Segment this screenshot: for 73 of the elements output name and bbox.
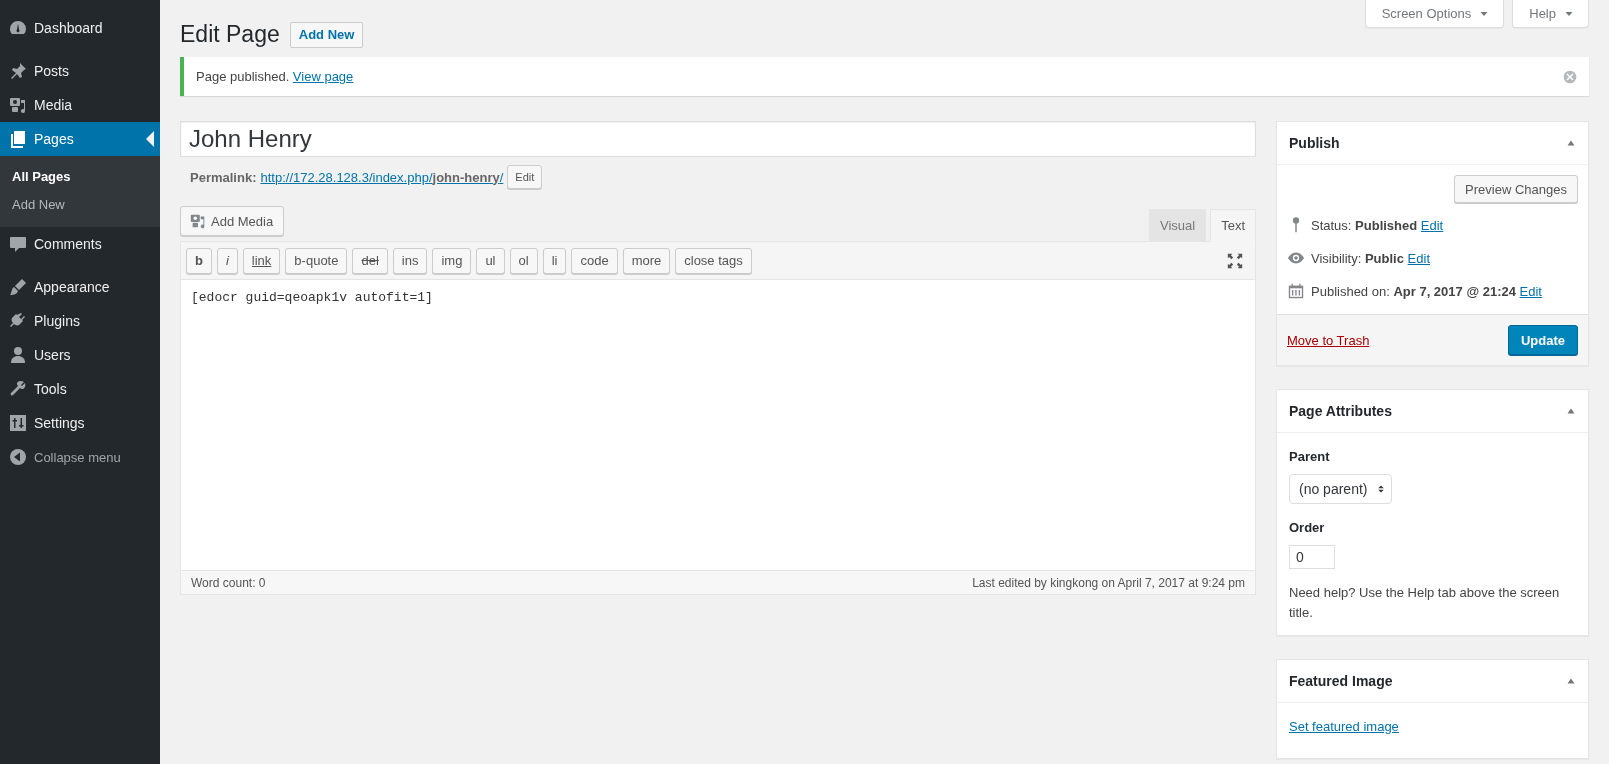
help-text: Need help? Use the Help tab above the screen title. [1289, 584, 1561, 622]
quicktag-button[interactable]: close tags [675, 247, 752, 274]
view-page-link[interactable]: View page [292, 69, 354, 84]
sidebar-menu-item[interactable]: Tools [0, 372, 160, 406]
order-input[interactable]: 0 [1289, 545, 1335, 569]
quicktag-button[interactable]: more [622, 247, 671, 274]
collapse-toggle-icon[interactable] [1566, 138, 1576, 148]
notice-message: Page published. View page [196, 69, 354, 84]
editor-tab[interactable]: Visual [1148, 209, 1207, 242]
collapse-toggle-icon[interactable] [1566, 406, 1576, 416]
fullscreen-icon[interactable] [1226, 251, 1244, 270]
permalink-label: Permalink: [190, 169, 257, 185]
edit-link[interactable]: Edit [1519, 284, 1542, 299]
quicktag-button[interactable]: i [216, 247, 238, 274]
photo-note-icon [8, 95, 28, 115]
submenu-item[interactable]: All Pages [0, 163, 160, 191]
collapse-menu-button[interactable]: Collapse menu [0, 440, 160, 474]
sidebar-menu-item[interactable]: Plugins [0, 304, 160, 338]
word-count: Word count: 0 [191, 575, 266, 590]
preview-changes-button[interactable]: Preview Changes [1454, 175, 1578, 203]
publish-detail: Visibility: Public Edit [1311, 250, 1430, 268]
box-title: Page Attributes [1289, 403, 1392, 419]
editor-tab[interactable]: Text [1210, 209, 1256, 242]
editor-text[interactable]: [edocr guid=qeoapk1v autofit=1] [191, 290, 433, 305]
edit-link[interactable]: Edit [1420, 218, 1444, 233]
current-item-pointer-icon [146, 131, 154, 147]
update-button[interactable]: Update [1507, 325, 1578, 355]
permalink-link[interactable]: http://172.28.128.3/index.php/john-henry/ [260, 169, 504, 185]
calendar-icon [1287, 282, 1305, 300]
sliders-icon [8, 413, 28, 433]
set-featured-image-link[interactable]: Set featured image [1289, 719, 1399, 734]
quicktag-button[interactable]: link [242, 247, 281, 274]
quicktag-button[interactable]: b [186, 247, 212, 274]
last-edited-text: Last edited by kingkong on April 7, 2017 at 9:24 pm [972, 575, 1245, 590]
quicktag-button[interactable]: code [571, 247, 618, 274]
collapse-toggle-icon[interactable] [1566, 676, 1576, 686]
screen-meta-tab[interactable]: Help [1512, 0, 1589, 28]
submenu-item[interactable]: Add New [0, 191, 160, 219]
quicktag-button[interactable]: ol [509, 247, 538, 274]
add-new-button[interactable]: Add New [289, 21, 364, 48]
sidebar-menu-item[interactable]: Settings [0, 406, 160, 440]
publish-detail: Status: Published Edit [1311, 217, 1444, 235]
photo-note-icon [189, 212, 207, 230]
quicktag-button[interactable]: img [432, 247, 472, 274]
quicktag-button[interactable]: ins [392, 247, 428, 274]
sidebar-menu-item[interactable]: Users [0, 338, 160, 372]
edit-permalink-button[interactable]: Edit [507, 165, 543, 189]
title-input[interactable]: John Henry [180, 121, 1256, 157]
quicktag-button[interactable]: ul [476, 247, 505, 274]
quicktag-button[interactable]: li [542, 247, 567, 274]
screen-meta-tab[interactable]: Screen Options [1364, 0, 1505, 28]
speech-bubble-icon [8, 234, 28, 254]
publish-detail: Published on: Apr 7, 2017 @ 21:24 Edit [1311, 283, 1542, 301]
field-label: Parent [1289, 449, 1331, 464]
move-to-trash-link[interactable]: Move to Trash [1287, 332, 1370, 348]
sidebar-menu-item[interactable]: Appearance [0, 270, 160, 304]
quicktag-button[interactable]: del [352, 247, 388, 274]
quicktag-button[interactable]: b-quote [285, 247, 348, 274]
parent-select[interactable]: (no parent) [1289, 474, 1393, 504]
box-title: Featured Image [1289, 673, 1393, 689]
documents-icon [8, 129, 28, 149]
edit-link[interactable]: Edit [1407, 251, 1430, 266]
sidebar-menu-item[interactable]: Dashboard [0, 11, 160, 45]
sidebar-menu-item[interactable]: Pages [0, 122, 160, 156]
paintbrush-icon [8, 277, 28, 297]
sidebar-menu-item[interactable]: Comments [0, 227, 160, 261]
box-title: Publish [1289, 135, 1340, 151]
add-media-button[interactable]: Add Media [180, 206, 285, 236]
sidebar-menu-item[interactable]: Media [0, 88, 160, 122]
person-icon [8, 345, 28, 365]
page-heading: Edit Page [180, 20, 280, 49]
sidebar-menu-item[interactable]: Posts [0, 54, 160, 88]
field-label: Order [1289, 520, 1326, 535]
